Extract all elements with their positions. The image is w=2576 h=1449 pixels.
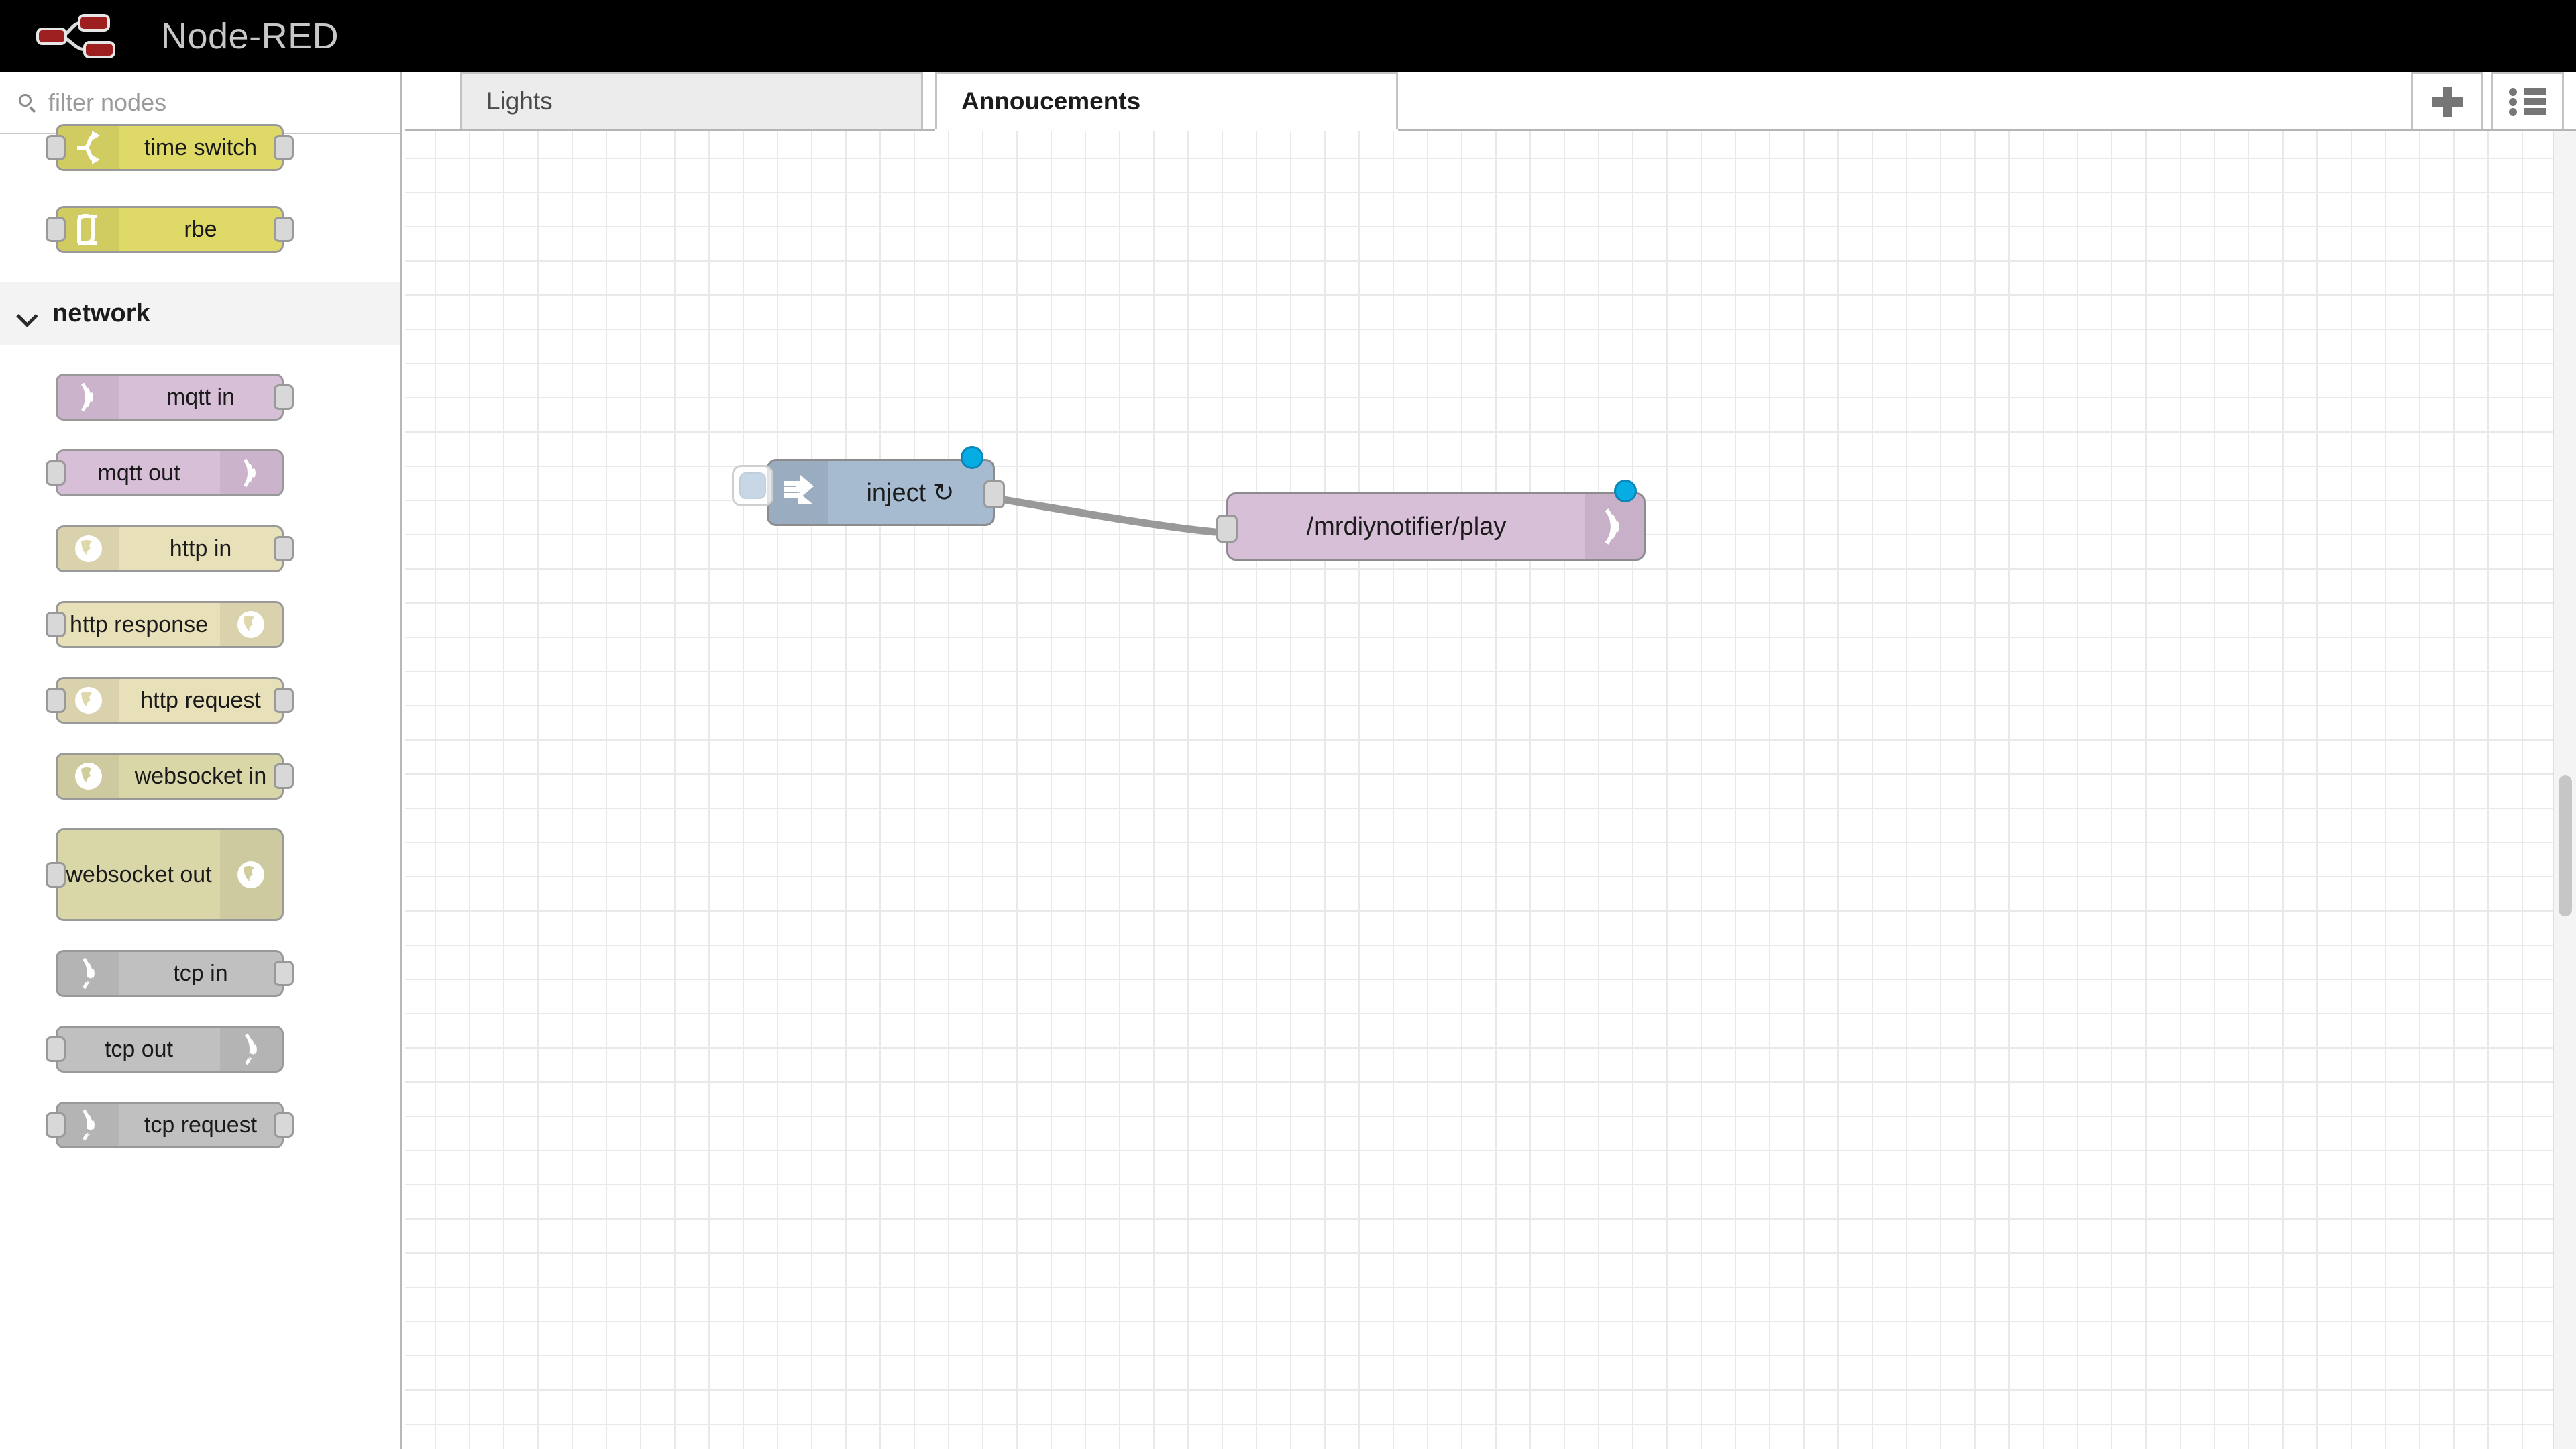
node-palette: time switch rbe network [0, 72, 402, 1449]
tab-label: Annoucements [961, 87, 1141, 115]
globe-icon [58, 679, 119, 722]
node-output-port[interactable] [274, 1112, 294, 1138]
signal-wave-icon [58, 1104, 119, 1146]
flow-canvas[interactable]: inject ↻ /mrdiynotifier/play [405, 131, 2553, 1449]
inject-trigger-button[interactable] [732, 465, 773, 506]
time-switch-icon [58, 126, 119, 169]
app-header: Node-RED [0, 0, 2576, 72]
palette-node-mqtt-in[interactable]: mqtt in [0, 366, 400, 428]
flow-node-inject[interactable]: inject ↻ [732, 446, 1005, 526]
node-output-port[interactable] [274, 135, 294, 160]
palette-node-label: time switch [144, 134, 258, 160]
flow-node-label: inject ↻ [866, 478, 955, 507]
node-output-port[interactable] [274, 961, 294, 986]
mqtt-wave-icon [220, 451, 282, 494]
node-output-port[interactable] [274, 217, 294, 242]
app-title: Node-RED [161, 16, 339, 56]
palette-node-label: mqtt out [97, 460, 180, 486]
palette-node-http-in[interactable]: http in [0, 518, 400, 580]
signal-wave-icon [220, 1028, 282, 1071]
palette-node-label: tcp out [104, 1036, 174, 1062]
globe-icon [220, 603, 282, 646]
chevron-down-icon [15, 303, 38, 325]
palette-node-time-switch[interactable]: time switch [0, 117, 400, 178]
tab-lights[interactable]: Lights [460, 72, 923, 129]
status-badge [1614, 480, 1637, 502]
palette-category-network[interactable]: network [0, 282, 400, 345]
palette-node-label: tcp request [144, 1112, 258, 1138]
palette-node-label: tcp in [173, 960, 228, 986]
flow-node-mqtt-out[interactable]: /mrdiynotifier/play [1216, 480, 1646, 561]
plus-icon [2430, 85, 2464, 119]
node-input-port[interactable] [46, 688, 66, 713]
list-icon [2509, 87, 2546, 117]
flow-wire [984, 493, 1219, 536]
globe-icon [58, 755, 119, 798]
palette-node-label: websocket out [66, 861, 212, 888]
palette-node-rbe[interactable]: rbe [0, 199, 400, 260]
node-output-port[interactable] [274, 536, 294, 561]
node-output-port[interactable] [274, 688, 294, 713]
node-input-port[interactable] [46, 460, 66, 486]
palette-node-label: http in [169, 535, 232, 561]
flow-node-label: /mrdiynotifier/play [1306, 512, 1507, 541]
node-input-port[interactable] [46, 217, 66, 242]
palette-node-websocket-out[interactable]: websocket out [0, 821, 400, 928]
mqtt-wave-icon [58, 376, 119, 419]
flow-tab-bar: Lights Annoucements [405, 72, 2576, 131]
node-input-port[interactable] [46, 1112, 66, 1138]
status-badge [961, 446, 983, 469]
palette-node-websocket-in[interactable]: websocket in [0, 745, 400, 807]
node-input-port[interactable] [46, 612, 66, 637]
palette-node-label: http request [140, 687, 261, 713]
node-output-port[interactable] [983, 480, 1005, 508]
palette-node-http-request[interactable]: http request [0, 669, 400, 731]
flow-workspace: Lights Annoucements inject ↻ /mrdiynotif… [405, 72, 2576, 1449]
rbe-icon [58, 208, 119, 251]
palette-node-label: rbe [184, 216, 217, 242]
palette-node-http-response[interactable]: http response [0, 594, 400, 655]
palette-node-mqtt-out[interactable]: mqtt out [0, 442, 400, 504]
node-input-port[interactable] [1216, 515, 1238, 543]
palette-node-label: websocket in [134, 763, 267, 789]
palette-node-tcp-out[interactable]: tcp out [0, 1018, 400, 1080]
node-input-port[interactable] [46, 862, 66, 888]
palette-category-label: network [52, 299, 150, 327]
palette-node-label: http response [69, 611, 209, 637]
node-output-port[interactable] [274, 384, 294, 410]
inject-arrow-icon [769, 461, 828, 524]
tab-label: Lights [486, 87, 553, 115]
palette-node-tcp-in[interactable]: tcp in [0, 943, 400, 1004]
palette-node-tcp-request[interactable]: tcp request [0, 1094, 400, 1156]
tab-annoucements[interactable]: Annoucements [935, 72, 1398, 131]
add-flow-button[interactable] [2411, 72, 2483, 129]
canvas-vertical-scrollbar[interactable] [2553, 131, 2576, 1449]
palette-node-label: mqtt in [166, 384, 235, 410]
node-input-port[interactable] [46, 1036, 66, 1062]
node-input-port[interactable] [46, 135, 66, 160]
scrollbar-thumb[interactable] [2559, 775, 2572, 916]
node-red-logo-icon [32, 12, 146, 60]
mqtt-wave-icon [1585, 494, 1644, 559]
search-input[interactable] [48, 89, 330, 117]
signal-wave-icon [58, 952, 119, 995]
globe-icon [58, 527, 119, 570]
node-output-port[interactable] [274, 763, 294, 789]
flow-menu-button[interactable] [2491, 72, 2564, 129]
palette-scroll-area[interactable]: time switch rbe network mqtt in mqtt out… [0, 117, 400, 1432]
search-icon [17, 93, 38, 113]
inject-button-inner [739, 472, 766, 499]
globe-icon [220, 830, 282, 919]
